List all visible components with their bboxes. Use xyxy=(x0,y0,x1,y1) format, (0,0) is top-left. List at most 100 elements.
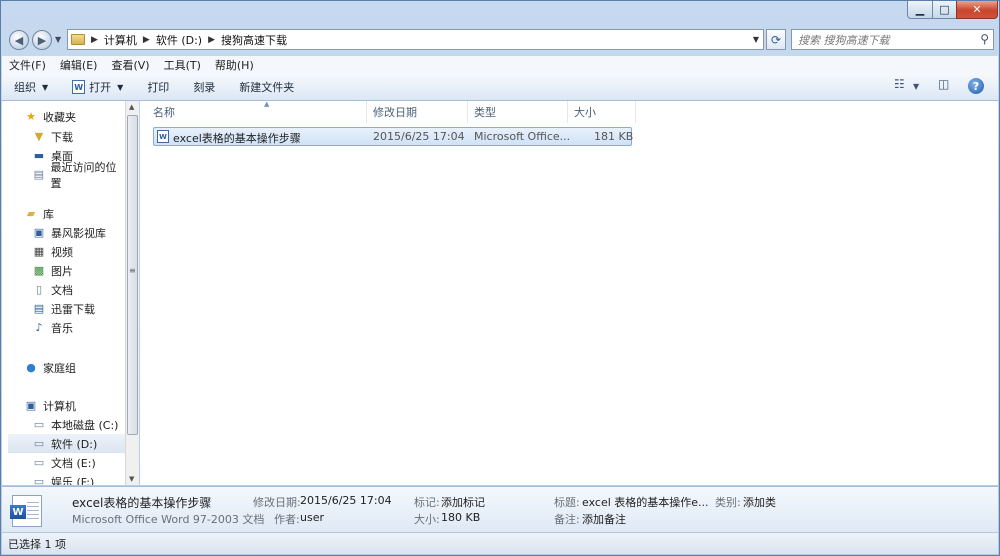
status-bar: 已选择 1 项 xyxy=(2,532,998,554)
nav-recent-places[interactable]: ▤ 最近访问的位置 xyxy=(32,161,125,190)
search-input[interactable] xyxy=(796,31,970,50)
organize-button[interactable]: 组织 ▼ xyxy=(2,79,60,95)
star-icon: ★ xyxy=(26,110,36,123)
preview-pane-icon[interactable]: ◫ xyxy=(938,77,949,91)
nav-drive-e-label: 文档 (E:) xyxy=(51,456,96,470)
column-header-name-label: 名称 xyxy=(153,106,175,119)
file-size: 181 KB xyxy=(594,130,634,143)
file-name: excel表格的基本操作步骤 xyxy=(173,132,301,145)
nav-thunder-downloads[interactable]: ▤ 迅雷下载 xyxy=(32,299,125,318)
view-options-icon[interactable]: ☷ xyxy=(894,77,905,91)
nav-homegroup[interactable]: ● 家庭组 xyxy=(24,358,124,377)
chevron-right-icon[interactable]: ▶ xyxy=(143,35,150,45)
details-subtitle: Microsoft Office Word 97-2003 文档 xyxy=(72,513,265,526)
recent-pages-dropdown[interactable]: ▼ xyxy=(55,35,61,44)
navigation-scrollbar[interactable]: ▲ ≡ ▼ xyxy=(125,101,139,485)
nav-thunder-label: 迅雷下载 xyxy=(51,302,95,316)
details-title: excel表格的基本操作步骤 xyxy=(72,496,212,510)
nav-documents[interactable]: ▯ 文档 xyxy=(32,280,125,299)
menu-help[interactable]: 帮助(H) xyxy=(208,57,261,73)
nav-videos[interactable]: ▦ 视频 xyxy=(32,242,125,261)
chevron-down-icon: ▼ xyxy=(117,82,124,92)
menu-file[interactable]: 文件(F) xyxy=(2,57,53,73)
nav-libraries[interactable]: ▰ 库 xyxy=(24,204,124,223)
nav-baofeng-library[interactable]: ▣ 暴风影视库 xyxy=(32,223,125,242)
chevron-down-icon[interactable]: ▼ xyxy=(753,35,759,44)
drive-icon: ▭ xyxy=(33,456,45,469)
chevron-down-icon: ▼ xyxy=(42,82,49,92)
search-box[interactable]: ⚲ xyxy=(791,29,994,50)
nav-pictures[interactable]: ▩ 图片 xyxy=(32,261,125,280)
film-icon: ▦ xyxy=(33,245,45,258)
menu-view[interactable]: 查看(V) xyxy=(104,57,156,73)
back-button[interactable]: ◀ xyxy=(9,30,29,50)
search-icon[interactable]: ⚲ xyxy=(980,32,989,46)
nav-computer[interactable]: ▣ 计算机 xyxy=(24,396,124,415)
organize-label: 组织 xyxy=(14,81,36,94)
nav-downloads-label: 下载 xyxy=(51,130,73,144)
title-bar[interactable]: ▁ □ ✕ xyxy=(1,1,999,25)
details-author-label: 作者: xyxy=(274,513,300,526)
nav-drive-f[interactable]: ▭ 娱乐 (F:) xyxy=(32,472,125,485)
scrollbar-thumb[interactable] xyxy=(127,115,138,435)
details-tags-value[interactable]: 添加标记 xyxy=(441,494,485,510)
drive-icon: ▭ xyxy=(33,437,45,450)
print-button[interactable]: 打印 xyxy=(135,79,181,95)
breadcrumb-sogou-download[interactable]: 搜狗高速下载 xyxy=(221,32,287,48)
breadcrumb-drive-d[interactable]: 软件 (D:) xyxy=(156,32,202,48)
column-header-modified[interactable]: 修改日期 xyxy=(367,101,468,123)
close-icon: ✕ xyxy=(972,3,982,16)
thunder-download-icon: ▤ xyxy=(33,302,45,315)
nav-baofeng-label: 暴风影视库 xyxy=(51,226,106,240)
nav-drive-c[interactable]: ▭ 本地磁盘 (C:) xyxy=(32,415,125,434)
details-comments-value[interactable]: 添加备注 xyxy=(582,511,626,527)
drive-icon: ▭ xyxy=(33,475,45,485)
details-title-label: 标题: xyxy=(554,496,580,509)
nav-favorites-label: 收藏夹 xyxy=(43,110,76,124)
nav-computer-label: 计算机 xyxy=(43,399,76,413)
address-row: ◀ ▶ ▼ ▶ 计算机 ▶ 软件 (D:) ▶ 搜狗高速下载 ▼ ⟳ ⚲ xyxy=(1,25,999,55)
document-icon: ▯ xyxy=(35,283,43,296)
refresh-button[interactable]: ⟳ xyxy=(766,29,786,50)
nav-drive-d[interactable]: ▭ 软件 (D:) xyxy=(8,434,125,453)
open-button[interactable]: W 打开 ▼ xyxy=(60,79,135,95)
desktop-icon: ▬ xyxy=(33,149,45,162)
nav-drive-e[interactable]: ▭ 文档 (E:) xyxy=(32,453,125,472)
nav-downloads[interactable]: ▼ 下载 xyxy=(32,127,125,146)
breadcrumb-computer[interactable]: 计算机 xyxy=(104,32,137,48)
scroll-up-arrow-icon[interactable]: ▲ xyxy=(129,103,134,111)
minimize-button[interactable]: ▁ xyxy=(907,1,933,19)
close-button[interactable]: ✕ xyxy=(956,1,998,19)
help-icon[interactable]: ? xyxy=(968,78,984,94)
chevron-right-icon[interactable]: ▶ xyxy=(91,35,98,45)
details-modified-label: 修改日期: xyxy=(253,496,301,509)
address-bar[interactable]: ▶ 计算机 ▶ 软件 (D:) ▶ 搜狗高速下载 ▼ xyxy=(67,29,764,50)
burn-button[interactable]: 刻录 xyxy=(181,79,227,95)
word-badge-icon: W xyxy=(10,505,26,519)
nav-music[interactable]: ♪ 音乐 xyxy=(32,318,125,337)
nav-pictures-label: 图片 xyxy=(51,264,73,278)
new-folder-button[interactable]: 新建文件夹 xyxy=(227,79,306,95)
menu-edit[interactable]: 编辑(E) xyxy=(53,57,105,73)
file-row[interactable]: W excel表格的基本操作步骤 2015/6/25 17:04 Microso… xyxy=(153,127,634,146)
details-author-value[interactable]: user xyxy=(300,511,324,524)
file-list-pane: 名称 ▲ 修改日期 类型 大小 W excel表格的基本操作步骤 2015/6/… xyxy=(140,100,998,485)
download-folder-icon: ▼ xyxy=(34,130,44,143)
word-document-large-icon: W xyxy=(10,495,42,527)
column-header-size[interactable]: 大小 xyxy=(568,101,636,123)
column-header-name[interactable]: 名称 ▲ xyxy=(147,100,367,123)
nav-recent-label: 最近访问的位置 xyxy=(50,160,117,190)
scroll-down-arrow-icon[interactable]: ▼ xyxy=(129,475,134,483)
refresh-icon: ⟳ xyxy=(770,32,782,47)
nav-favorites[interactable]: ★ 收藏夹 xyxy=(24,107,124,126)
details-title-value[interactable]: excel 表格的基本操作e... xyxy=(582,494,709,510)
details-category-value[interactable]: 添加类 xyxy=(743,494,776,510)
chevron-down-icon[interactable]: ▼ xyxy=(913,82,919,91)
chevron-right-icon[interactable]: ▶ xyxy=(208,35,215,45)
video-library-icon: ▣ xyxy=(33,226,45,239)
menu-tools[interactable]: 工具(T) xyxy=(157,57,208,73)
details-pane: W excel表格的基本操作步骤 Microsoft Office Word 9… xyxy=(2,486,998,532)
forward-button[interactable]: ▶ xyxy=(32,30,52,50)
maximize-button[interactable]: □ xyxy=(932,1,957,19)
column-header-type[interactable]: 类型 xyxy=(468,101,568,123)
